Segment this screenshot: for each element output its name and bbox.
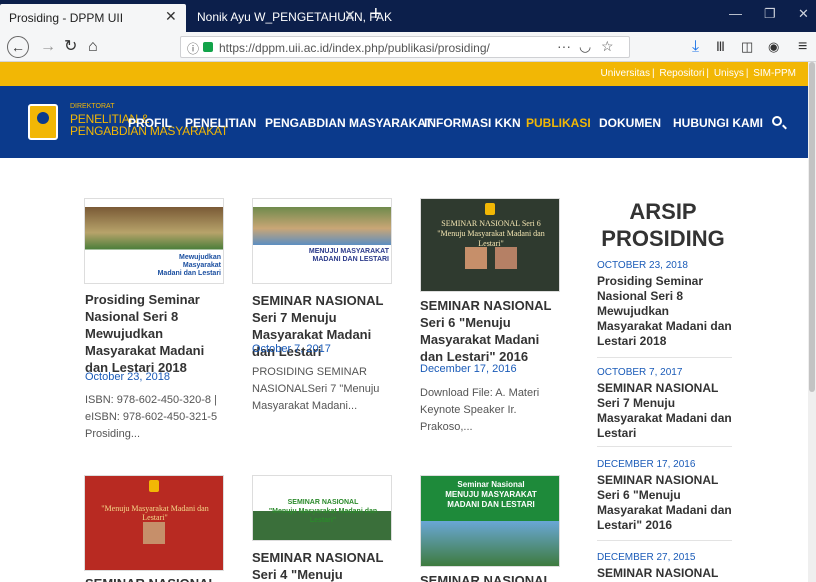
- close-tab-icon[interactable]: ✕: [165, 8, 177, 25]
- post-title[interactable]: SEMINAR NASIONAL Seri 5: [85, 575, 230, 582]
- post-thumbnail[interactable]: MENUJU MASYARAKAT MADANI DAN LESTARI: [252, 198, 392, 284]
- post-title[interactable]: SEMINAR NASIONAL Seri 4 "Menuju Masyarak…: [252, 549, 397, 582]
- page-actions-icon[interactable]: ···: [557, 38, 571, 54]
- download-icon[interactable]: ⤓: [692, 38, 699, 56]
- post-thumbnail[interactable]: SEMINAR NASIONAL "Menuju Masyarakat Madan…: [252, 475, 392, 541]
- new-tab-icon[interactable]: +: [370, 3, 382, 26]
- menu-profil[interactable]: PROFIL: [128, 116, 172, 130]
- menu-dokumen[interactable]: DOKUMEN: [599, 116, 661, 130]
- archive-title[interactable]: SEMINAR NASIONAL Seri 7 Menuju Masyaraka…: [597, 381, 732, 441]
- info-icon[interactable]: ⓘ: [187, 40, 199, 57]
- search-icon[interactable]: [772, 116, 782, 126]
- archive-title[interactable]: Prosiding Seminar Nasional Seri 8 Mewuju…: [597, 274, 732, 349]
- thumb-text: SEMINAR NASIONAL Seri 6 "Menuju Masyaraka…: [437, 219, 545, 248]
- post-thumbnail[interactable]: "Menuju Masyarakat Madani dan Lestari": [84, 475, 224, 571]
- top-links-bar: Universitas | Repositori | Unisys | SIM-PPM: [0, 62, 808, 86]
- maximize-icon[interactable]: ❐: [764, 6, 776, 22]
- archive-date: DECEMBER 17, 2016: [597, 459, 696, 470]
- post-date[interactable]: October 23, 2018: [85, 371, 170, 383]
- post-title[interactable]: Prosiding Seminar Nasional Seri 8 Mewuju…: [85, 291, 230, 376]
- close-tab-icon[interactable]: ✕: [344, 7, 356, 24]
- thumb-text: MENUJU MASYARAKAT MADANI DAN LESTARI: [308, 248, 389, 263]
- post-thumbnail[interactable]: SEMINAR NASIONAL Seri 6 "Menuju Masyaraka…: [420, 198, 560, 292]
- archive-date: OCTOBER 7, 2017: [597, 367, 683, 378]
- post-title[interactable]: SEMINAR NASIONAL Seri: [420, 572, 565, 582]
- archive-item[interactable]: OCTOBER 23, 2018 Prosiding Seminar Nasio…: [597, 260, 732, 358]
- post-excerpt: Download File: A. Materi Keynote Speaker…: [420, 387, 540, 433]
- link-sim-ppm[interactable]: SIM-PPM: [753, 68, 796, 79]
- speaker-photo: [143, 522, 165, 544]
- archive-date: DECEMBER 27, 2015: [597, 552, 696, 563]
- post-thumbnail[interactable]: Seminar Nasional MENUJU MASYARAKAT MADANI …: [420, 475, 560, 567]
- archive-title[interactable]: SEMINAR NASIONAL Seri 6 "Menuju Masyarak…: [597, 473, 732, 533]
- logo-icon: [149, 480, 159, 492]
- bookmark-star-icon[interactable]: ☆: [601, 38, 614, 55]
- sidebar-title: ARSIP PROSIDING: [601, 199, 725, 251]
- archive-item[interactable]: OCTOBER 7, 2017 SEMINAR NASIONAL Seri 7 …: [597, 367, 732, 447]
- menu-pengabdian-masyarakat[interactable]: PENGABDIAN MASYARAKAT: [265, 116, 432, 130]
- menu-informasi-kkn[interactable]: INFORMASI KKN: [424, 116, 521, 130]
- post-title[interactable]: SEMINAR NASIONAL Seri 6 "Menuju Masyarak…: [420, 297, 565, 365]
- menu-publikasi[interactable]: PUBLIKASI: [526, 116, 591, 130]
- post-date[interactable]: December 17, 2016: [420, 363, 517, 375]
- post-date[interactable]: October 7, 2017: [252, 343, 331, 355]
- archive-item[interactable]: DECEMBER 17, 2016 SEMINAR NASIONAL Seri …: [597, 459, 732, 541]
- forward-icon[interactable]: →: [40, 38, 56, 56]
- minimize-icon[interactable]: —: [729, 6, 742, 21]
- post-thumbnail[interactable]: Mewujudkan Masyarakat Madani dan Lestari: [84, 198, 224, 284]
- archive-item[interactable]: DECEMBER 27, 2015 SEMINAR NASIONAL: [597, 552, 732, 582]
- uii-logo[interactable]: [28, 104, 58, 140]
- link-repositori[interactable]: Repositori: [659, 68, 704, 79]
- archive-date: OCTOBER 23, 2018: [597, 260, 688, 271]
- thumb-text: "Menuju Masyarakat Madani dan Lestari": [101, 504, 209, 522]
- account-icon[interactable]: ◉: [768, 38, 779, 56]
- sidebar-icon[interactable]: ◫: [741, 38, 753, 56]
- pocket-icon[interactable]: ◡: [579, 38, 591, 55]
- home-icon[interactable]: ⌂: [88, 38, 98, 56]
- menu-icon[interactable]: ≡: [798, 38, 807, 56]
- archive-title[interactable]: SEMINAR NASIONAL: [597, 566, 732, 581]
- browser-toolbar: ← → ↻ ⌂ ⓘ https://dppm.uii.ac.id/index.p…: [0, 32, 816, 62]
- tab-title: Nonik Ayu W_PENGETAHUAN, FAK: [197, 10, 392, 24]
- link-unisys[interactable]: Unisys: [714, 68, 744, 79]
- tab-active[interactable]: Prosiding - DPPM UII ✕: [0, 4, 186, 32]
- speaker-photo: [465, 247, 487, 269]
- window-close-icon[interactable]: ✕: [798, 6, 809, 22]
- menu-penelitian[interactable]: PENELITIAN: [185, 116, 256, 130]
- address-bar[interactable]: ⓘ https://dppm.uii.ac.id/index.php/publi…: [180, 36, 630, 58]
- url-text[interactable]: https://dppm.uii.ac.id/index.php/publika…: [219, 41, 490, 55]
- back-icon[interactable]: ←: [7, 36, 29, 58]
- thumb-text: SEMINAR NASIONAL "Menuju Masyarakat Madan…: [268, 499, 378, 524]
- speaker-photo: [495, 247, 517, 269]
- thumb-text: Mewujudkan Masyarakat Madani dan Lestari: [157, 254, 221, 277]
- reload-icon[interactable]: ↻: [64, 38, 77, 56]
- post-excerpt: ISBN: 978-602-450-320-8 | eISBN: 978-602…: [85, 394, 218, 440]
- tab-title: Prosiding - DPPM UII: [9, 11, 124, 25]
- menu-hubungi-kami[interactable]: HUBUNGI KAMI: [673, 116, 763, 130]
- link-universitas[interactable]: Universitas: [601, 68, 650, 79]
- scrollbar-thumb[interactable]: [809, 62, 815, 392]
- logo-icon: [485, 203, 495, 215]
- library-icon[interactable]: Ⅲ: [716, 38, 725, 56]
- thumb-text: Seminar Nasional MENUJU MASYARAKAT MADANI …: [445, 480, 537, 509]
- lock-icon: [203, 42, 213, 52]
- post-excerpt: PROSIDING SEMINAR NASIONALSeri 7 "Menuju…: [252, 366, 380, 412]
